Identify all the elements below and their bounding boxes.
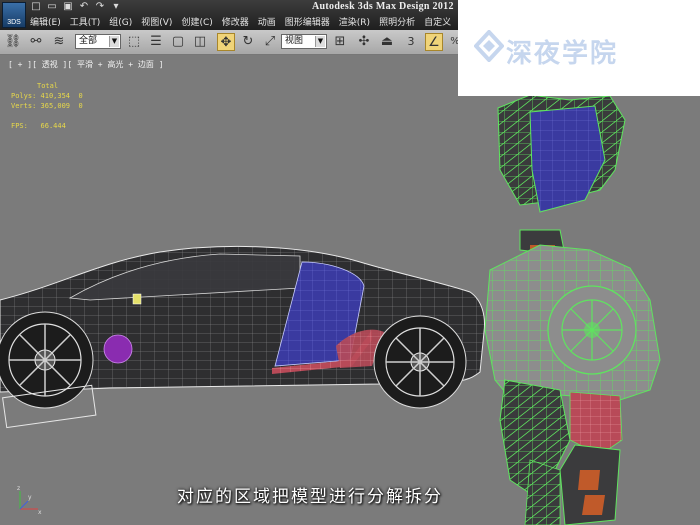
reference-coord-value: 视图: [285, 36, 304, 46]
stats-fps-value: 66.444: [40, 122, 66, 130]
pivot-center-icon[interactable]: ⊞: [331, 33, 349, 51]
chevron-down-icon: ▼: [109, 36, 119, 47]
rear-wheel: [0, 311, 97, 429]
redo-icon[interactable]: ↷: [94, 1, 106, 14]
menu-animation[interactable]: 动画: [258, 15, 276, 28]
car-model[interactable]: [0, 245, 485, 429]
quick-access-toolbar: □ ▭ ▣ ↶ ↷ ▾: [30, 1, 122, 14]
stats-verts-value: 365,009: [40, 102, 71, 110]
menu-tools[interactable]: 工具(T): [70, 15, 101, 28]
svg-text:x: x: [38, 509, 42, 515]
viewport-statistics: Total Polys: 410,354 0 Verts: 365,009 0 …: [11, 81, 83, 131]
keyboard-shortcut-toggle-icon[interactable]: ⏏: [378, 33, 396, 51]
viewport-label-menu[interactable]: [ + ][ 透视 ][ 平滑 + 高光 + 边面 ]: [8, 59, 164, 70]
undo-icon[interactable]: ↶: [78, 1, 90, 14]
snaps-toggle-icon[interactable]: 3: [402, 33, 420, 51]
stats-header: Total: [37, 82, 59, 90]
select-and-rotate-icon[interactable]: ↻: [239, 33, 257, 51]
open-file-icon[interactable]: ▭: [46, 1, 58, 14]
select-manipulate-icon[interactable]: ✣: [355, 33, 373, 51]
menu-edit[interactable]: 编辑(E): [30, 15, 61, 28]
axis-tripod-icon: x y z: [17, 485, 42, 515]
stats-polys-value: 410,354: [40, 92, 71, 100]
stats-verts-label: Verts:: [11, 102, 37, 110]
purple-sphere-object[interactable]: [103, 334, 133, 364]
watermark-text: 深夜学院: [506, 39, 619, 69]
stats-fps-label: FPS:: [11, 122, 28, 130]
stats-polys-label: Polys:: [11, 92, 37, 100]
quick-access-dropdown-icon[interactable]: ▾: [110, 1, 122, 14]
watermark-panel: 深夜学院: [458, 0, 700, 96]
perspective-viewport[interactable]: [ + ][ 透视 ][ 平滑 + 高光 + 边面 ] Total Polys:…: [0, 55, 700, 525]
rectangular-selection-icon[interactable]: ▢: [169, 33, 187, 51]
watermark-logo-icon: [474, 30, 504, 62]
menu-lighting-analysis[interactable]: 照明分析: [379, 15, 415, 28]
viewport-scene: [0, 94, 661, 525]
stats-verts-selected: 0: [78, 102, 83, 110]
select-and-move-icon[interactable]: ✥: [217, 33, 235, 51]
chevron-down-icon: ▼: [315, 36, 325, 47]
selection-filter-value: 全部: [79, 36, 98, 46]
menu-create[interactable]: 创建(C): [181, 15, 212, 28]
select-by-name-icon[interactable]: ☰: [147, 33, 165, 51]
save-file-icon[interactable]: ▣: [62, 1, 74, 14]
selection-filter-dropdown[interactable]: 全部 ▼: [75, 34, 121, 49]
menu-modifiers[interactable]: 修改器: [222, 15, 249, 28]
select-object-icon[interactable]: ⬚: [125, 33, 143, 51]
bind-spacewarp-icon[interactable]: ≋: [50, 33, 68, 51]
menu-group[interactable]: 组(G): [109, 15, 132, 28]
svg-text:y: y: [28, 494, 32, 501]
window-title: Autodesk 3ds Max Design 2012: [312, 1, 454, 12]
side-mirror-marker: [132, 293, 142, 305]
reference-coord-dropdown[interactable]: 视图 ▼: [281, 34, 327, 49]
menu-rendering[interactable]: 渲染(R): [339, 15, 370, 28]
menu-customize[interactable]: 自定义: [424, 15, 451, 28]
angle-snap-icon[interactable]: ∠: [425, 33, 443, 51]
select-and-scale-icon[interactable]: ⤢: [261, 33, 279, 51]
new-file-icon[interactable]: □: [30, 1, 42, 14]
menu-graph-editors[interactable]: 图形编辑器: [285, 15, 330, 28]
menu-views[interactable]: 视图(V): [141, 15, 172, 28]
app-logo-button[interactable]: 3DS: [2, 2, 26, 28]
window-crossing-icon[interactable]: ◫: [191, 33, 209, 51]
front-wheel: [373, 315, 467, 409]
video-subtitle: 对应的区域把模型进行分解拆分: [177, 487, 443, 507]
stats-polys-selected: 0: [78, 92, 83, 100]
menu-bar: 编辑(E) 工具(T) 组(G) 视图(V) 创建(C) 修改器 动画 图形编辑…: [30, 15, 451, 28]
svg-text:z: z: [17, 485, 20, 492]
unlink-icon[interactable]: ⚯: [27, 33, 45, 51]
robot-model[interactable]: [484, 94, 661, 525]
link-icon[interactable]: ⛓: [4, 33, 22, 51]
